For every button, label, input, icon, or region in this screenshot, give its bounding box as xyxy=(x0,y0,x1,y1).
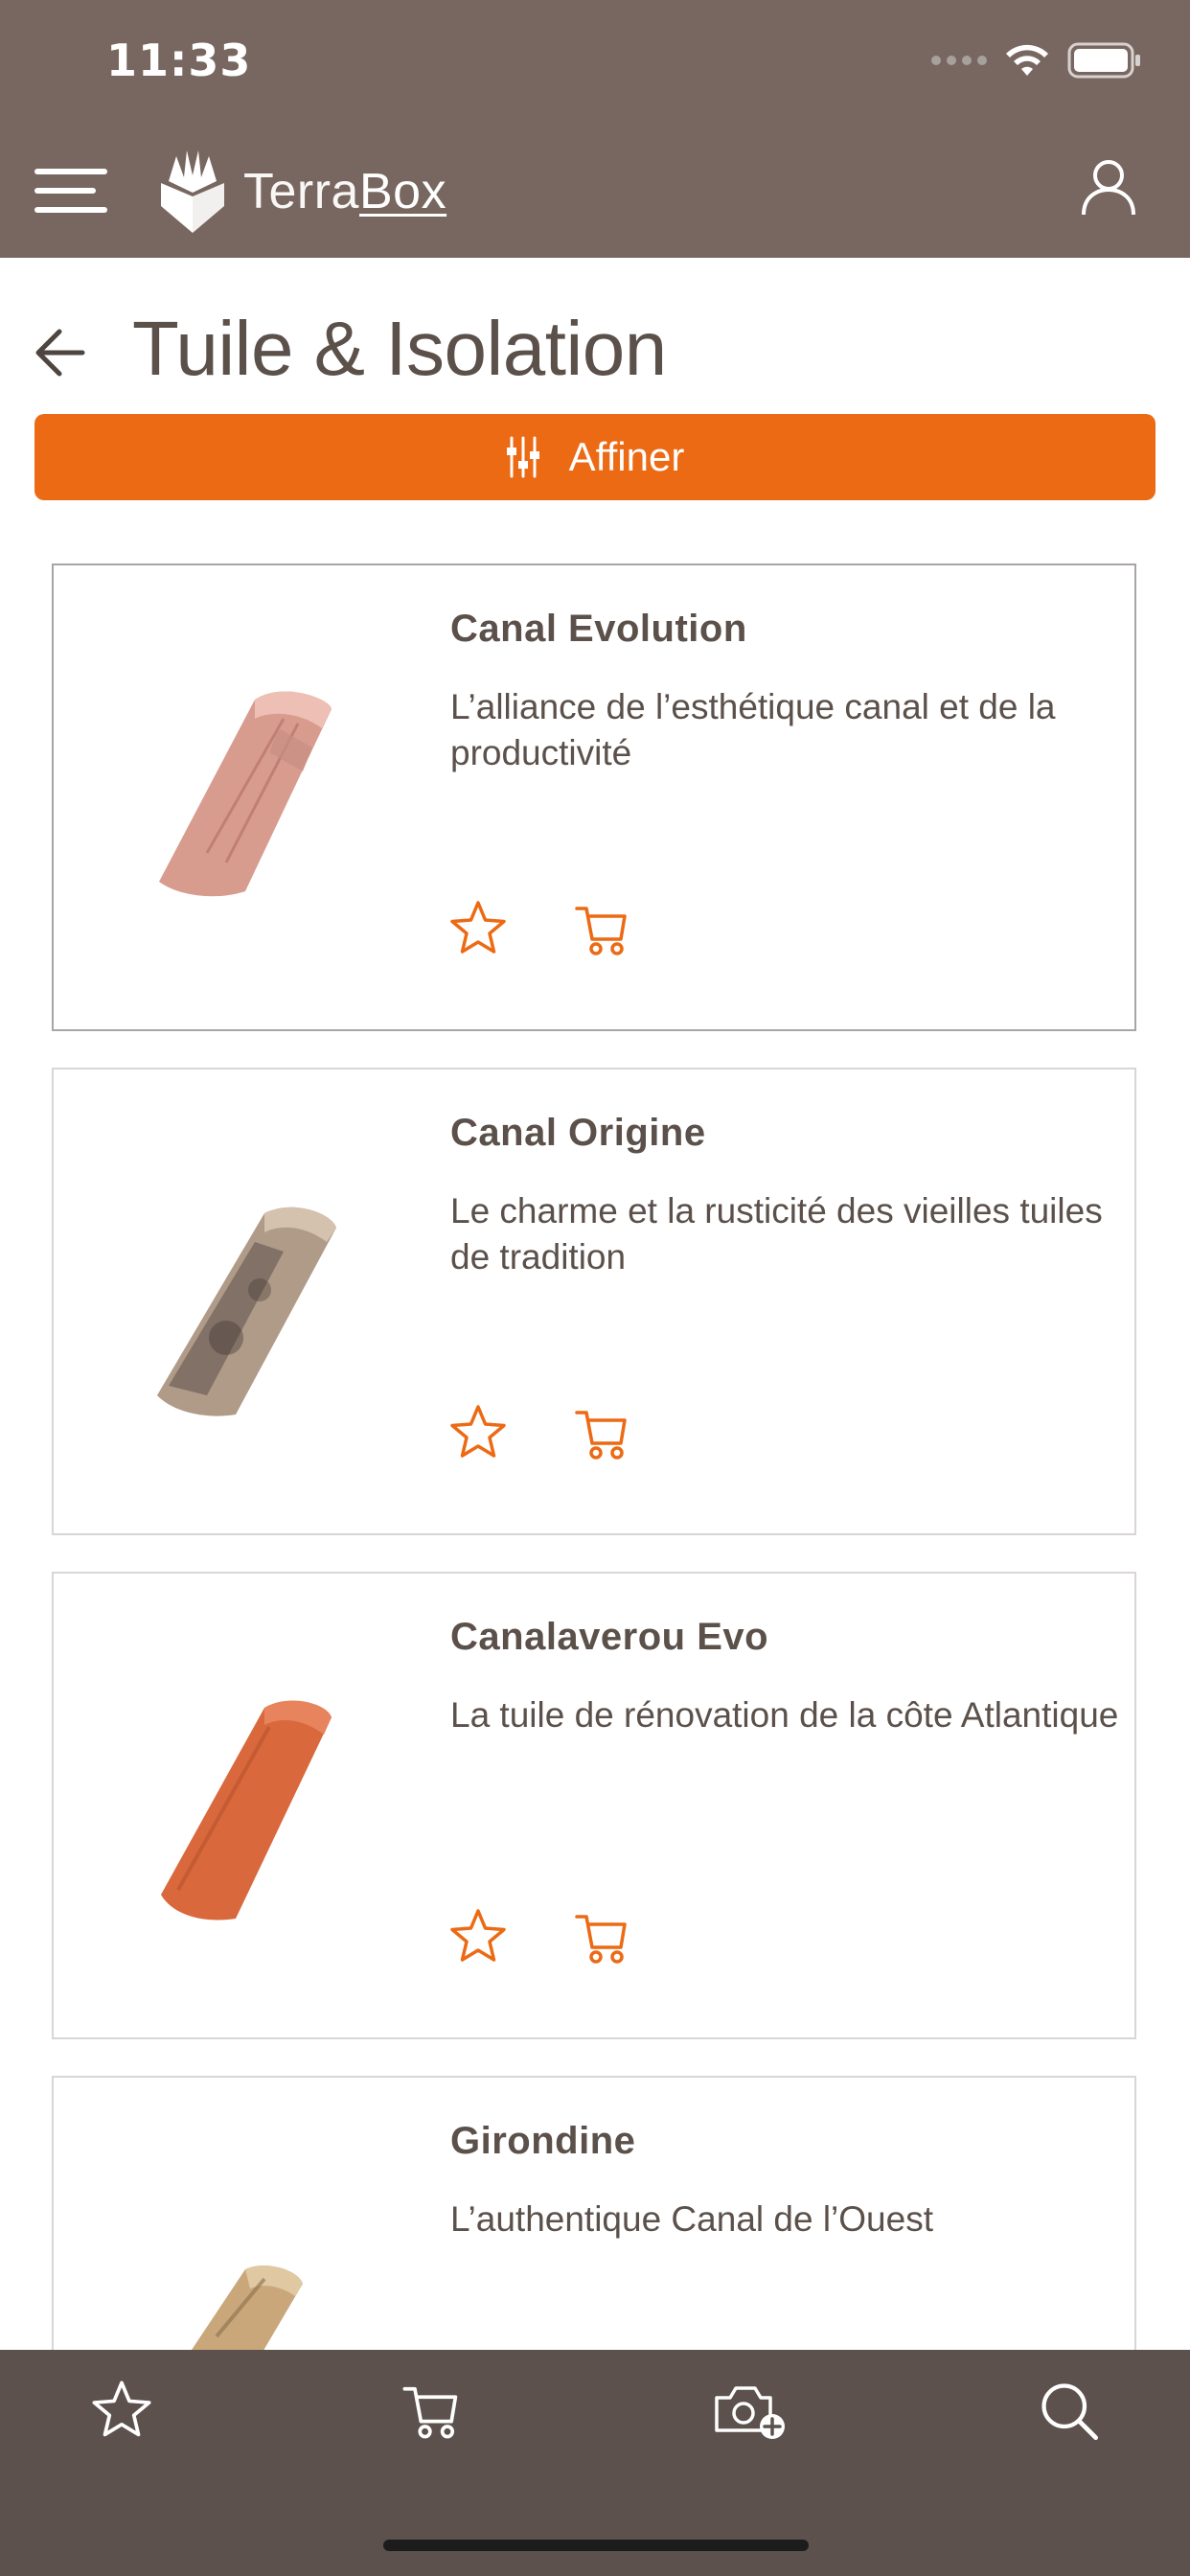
product-image xyxy=(92,604,456,987)
product-description: Le charme et la rusticité des vieilles t… xyxy=(450,1191,1103,1276)
add-to-cart-icon[interactable] xyxy=(571,1905,634,1968)
favorite-star-icon[interactable] xyxy=(446,1905,510,1968)
favorites-star-icon[interactable] xyxy=(88,2377,155,2444)
camera-add-icon[interactable] xyxy=(711,2377,791,2444)
terrabox-logo[interactable]: TerraBox xyxy=(155,146,446,238)
status-indicators xyxy=(931,42,1142,79)
search-icon[interactable] xyxy=(1035,2377,1102,2444)
account-icon[interactable] xyxy=(1079,157,1138,217)
battery-icon xyxy=(1067,42,1142,79)
product-image xyxy=(92,1108,456,1491)
filter-button-label: Affiner xyxy=(568,434,685,479)
product-card[interactable]: Canal Evolution L’alliance de l’esthétiq… xyxy=(52,564,1136,1031)
product-image xyxy=(92,1612,456,1995)
menu-icon[interactable] xyxy=(34,169,107,215)
cart-icon[interactable] xyxy=(399,2377,466,2444)
product-card[interactable]: Canal Origine Le charme et la rusticité … xyxy=(52,1068,1136,1535)
product-name: Canalaverou Evo xyxy=(450,1616,769,1658)
product-name: Canal Origine xyxy=(450,1112,706,1154)
favorite-star-icon[interactable] xyxy=(446,897,510,960)
product-name: Canal Evolution xyxy=(450,608,747,650)
product-description: L’authentique Canal de l’Ouest xyxy=(450,2199,933,2239)
app-header: 11:33 TerraBox xyxy=(0,0,1190,258)
back-arrow-icon[interactable] xyxy=(33,326,86,380)
favorite-star-icon[interactable] xyxy=(446,1401,510,1464)
signal-icon xyxy=(931,56,987,65)
page-title: Tuile & Isolation xyxy=(132,306,667,391)
product-card[interactable]: Canalaverou Evo La tuile de rénovation d… xyxy=(52,1572,1136,2039)
add-to-cart-icon[interactable] xyxy=(571,897,634,960)
sliders-icon xyxy=(506,436,539,478)
product-description: La tuile de rénovation de la côte Atlant… xyxy=(450,1695,1119,1735)
logo-wordmark: TerraBox xyxy=(243,164,447,219)
product-description: L’alliance de l’esthétique canal et de l… xyxy=(450,687,1056,772)
wifi-icon xyxy=(1004,43,1050,78)
product-name: Girondine xyxy=(450,2120,636,2162)
add-to-cart-icon[interactable] xyxy=(571,1401,634,1464)
home-indicator xyxy=(383,2540,809,2551)
logo-mark-icon xyxy=(161,150,224,233)
status-time: 11:33 xyxy=(106,34,252,86)
filter-button[interactable]: Affiner xyxy=(34,414,1156,500)
